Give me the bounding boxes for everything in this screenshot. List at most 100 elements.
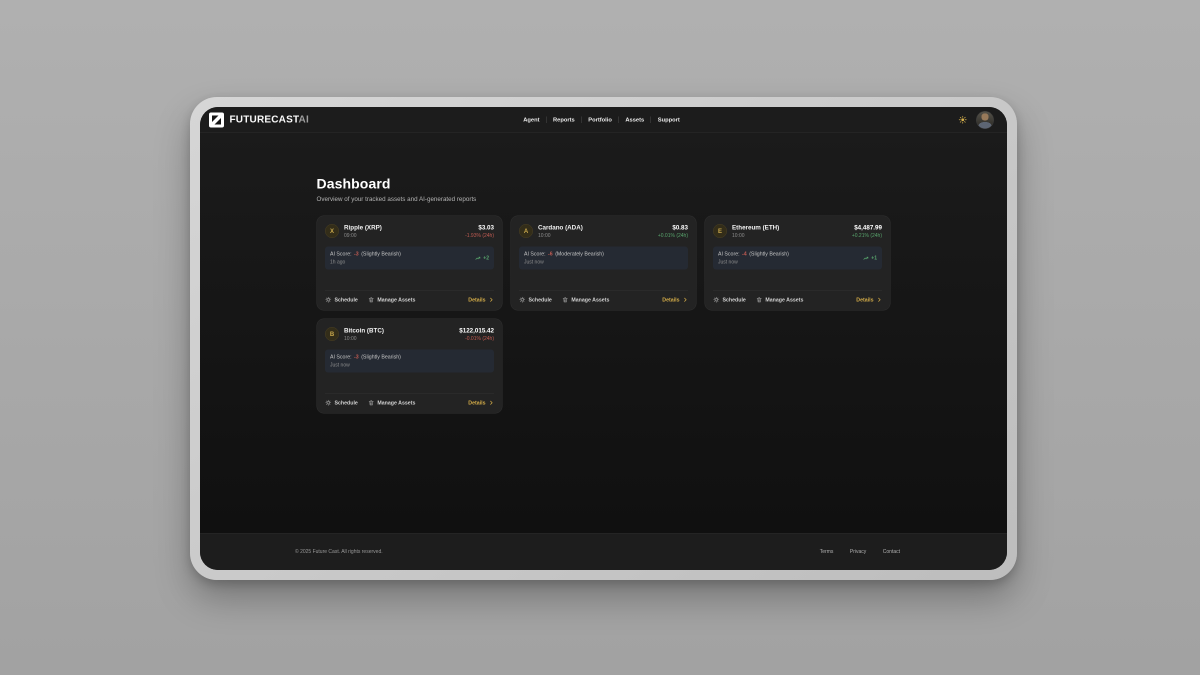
ai-score-label: AI Score: (330, 354, 352, 360)
schedule-button[interactable]: Schedule (325, 297, 358, 304)
ai-sentiment: (Slightly Bearish) (361, 251, 401, 257)
schedule-button[interactable]: Schedule (325, 400, 358, 407)
details-button[interactable]: Details (468, 400, 494, 406)
chevron-right-icon (489, 297, 495, 303)
sun-icon (959, 116, 968, 125)
ai-score-label: AI Score: (524, 251, 546, 257)
trend-indicator: +2 (475, 255, 489, 262)
nav-item[interactable]: Assets (619, 117, 651, 123)
ai-score-line: AI Score: -4 (Slightly Bearish) (718, 251, 789, 257)
manage-assets-button[interactable]: Manage Assets (562, 297, 610, 304)
trend-value: +1 (871, 255, 877, 261)
brand-name: FUTURECAST (230, 114, 299, 125)
footer-link[interactable]: Contact (883, 549, 900, 555)
asset-name: Cardano (ADA) (538, 224, 583, 231)
card-header: A Cardano (ADA) 10:00 $0.83 +0.01% (24h) (519, 224, 688, 239)
user-avatar[interactable] (976, 111, 994, 129)
ai-score-box: AI Score: -6 (Moderately Bearish) Just n… (519, 247, 688, 270)
ai-sentiment: (Moderately Bearish) (555, 251, 604, 257)
header-right (959, 111, 995, 129)
asset-name: Bitcoin (BTC) (344, 327, 384, 334)
details-label: Details (662, 297, 679, 303)
chevron-right-icon (683, 297, 689, 303)
ai-updated: Just now (330, 363, 401, 369)
schedule-label: Schedule (335, 297, 358, 303)
price-change: -1.93% (24h) (465, 233, 494, 239)
footer-link[interactable]: Terms (820, 549, 834, 555)
asset-time: 09:00 (344, 233, 382, 239)
trash-icon (756, 297, 763, 304)
copyright-text: © 2025 Future Cast. All rights reserved. (295, 549, 383, 555)
details-label: Details (468, 400, 485, 406)
nav-item[interactable]: Reports (547, 117, 582, 123)
price-change: -0.01% (24h) (459, 336, 494, 342)
manage-assets-label: Manage Assets (765, 297, 803, 303)
manage-assets-label: Manage Assets (377, 400, 415, 406)
nav-item[interactable]: Support (651, 117, 686, 123)
manage-assets-button[interactable]: Manage Assets (756, 297, 804, 304)
price-change: +0.01% (24h) (658, 233, 688, 239)
asset-time: 10:00 (538, 233, 583, 239)
asset-card: B Bitcoin (BTC) 10:00 $122,015.42 -0.01%… (317, 319, 503, 414)
gear-icon (519, 297, 526, 304)
asset-card: E Ethereum (ETH) 10:00 $4,487.99 +0.21% … (705, 216, 891, 311)
footer-links: Terms Privacy Contact (820, 549, 900, 555)
schedule-label: Schedule (335, 400, 358, 406)
gear-icon (325, 297, 332, 304)
site-header: FUTURECASTAI Agent Reports Portfolio Ass… (200, 107, 1007, 133)
schedule-button[interactable]: Schedule (519, 297, 552, 304)
price-change: +0.21% (24h) (852, 233, 882, 239)
ai-sentiment: (Slightly Bearish) (749, 251, 789, 257)
details-button[interactable]: Details (856, 297, 882, 303)
chevron-right-icon (877, 297, 883, 303)
device-frame: FUTURECASTAI Agent Reports Portfolio Ass… (190, 97, 1017, 580)
card-actions: Schedule Manage Assets Details (713, 291, 882, 304)
schedule-button[interactable]: Schedule (713, 297, 746, 304)
main-content: Dashboard Overview of your tracked asset… (200, 133, 1007, 533)
chevron-right-icon (489, 400, 495, 406)
trend-up-icon (863, 255, 870, 262)
asset-badge: A (519, 224, 533, 238)
ai-score-value: -3 (353, 354, 360, 360)
manage-assets-label: Manage Assets (571, 297, 609, 303)
gear-icon (325, 400, 332, 407)
asset-card: X Ripple (XRP) 09:00 $3.03 -1.93% (24h) … (317, 216, 503, 311)
ai-score-box: AI Score: -3 (Slightly Bearish) Just now (325, 350, 494, 373)
theme-toggle-button[interactable] (959, 116, 968, 125)
ai-score-line: AI Score: -3 (Slightly Bearish) (330, 251, 401, 257)
futurecast-app: FUTURECASTAI Agent Reports Portfolio Ass… (200, 107, 1007, 570)
footer-link[interactable]: Privacy (850, 549, 866, 555)
ai-score-value: -6 (547, 251, 554, 257)
brand-suffix: AI (299, 114, 309, 125)
card-actions: Schedule Manage Assets Details (325, 291, 494, 304)
nav-item[interactable]: Agent (517, 117, 546, 123)
nav-item[interactable]: Portfolio (582, 117, 619, 123)
page-subtitle: Overview of your tracked assets and AI-g… (317, 196, 891, 203)
asset-badge: B (325, 327, 339, 341)
card-header: E Ethereum (ETH) 10:00 $4,487.99 +0.21% … (713, 224, 882, 239)
card-actions: Schedule Manage Assets Details (325, 394, 494, 407)
schedule-label: Schedule (529, 297, 552, 303)
details-button[interactable]: Details (468, 297, 494, 303)
page-title: Dashboard (317, 176, 891, 192)
card-actions: Schedule Manage Assets Details (519, 291, 688, 304)
asset-price: $122,015.42 (459, 327, 494, 334)
ai-score-label: AI Score: (330, 251, 352, 257)
trash-icon (368, 297, 375, 304)
ai-score-value: -3 (353, 251, 360, 257)
manage-assets-button[interactable]: Manage Assets (368, 297, 416, 304)
details-label: Details (468, 297, 485, 303)
manage-assets-button[interactable]: Manage Assets (368, 400, 416, 407)
card-header: X Ripple (XRP) 09:00 $3.03 -1.93% (24h) (325, 224, 494, 239)
asset-card: A Cardano (ADA) 10:00 $0.83 +0.01% (24h)… (511, 216, 697, 311)
trash-icon (562, 297, 569, 304)
ai-updated: Just now (524, 260, 604, 266)
details-label: Details (856, 297, 873, 303)
details-button[interactable]: Details (662, 297, 688, 303)
cards-grid: X Ripple (XRP) 09:00 $3.03 -1.93% (24h) … (317, 216, 891, 414)
brand-icon (209, 112, 224, 127)
gear-icon (713, 297, 720, 304)
ai-updated: 1h ago (330, 260, 401, 266)
ai-updated: Just now (718, 260, 789, 266)
asset-name: Ethereum (ETH) (732, 224, 779, 231)
